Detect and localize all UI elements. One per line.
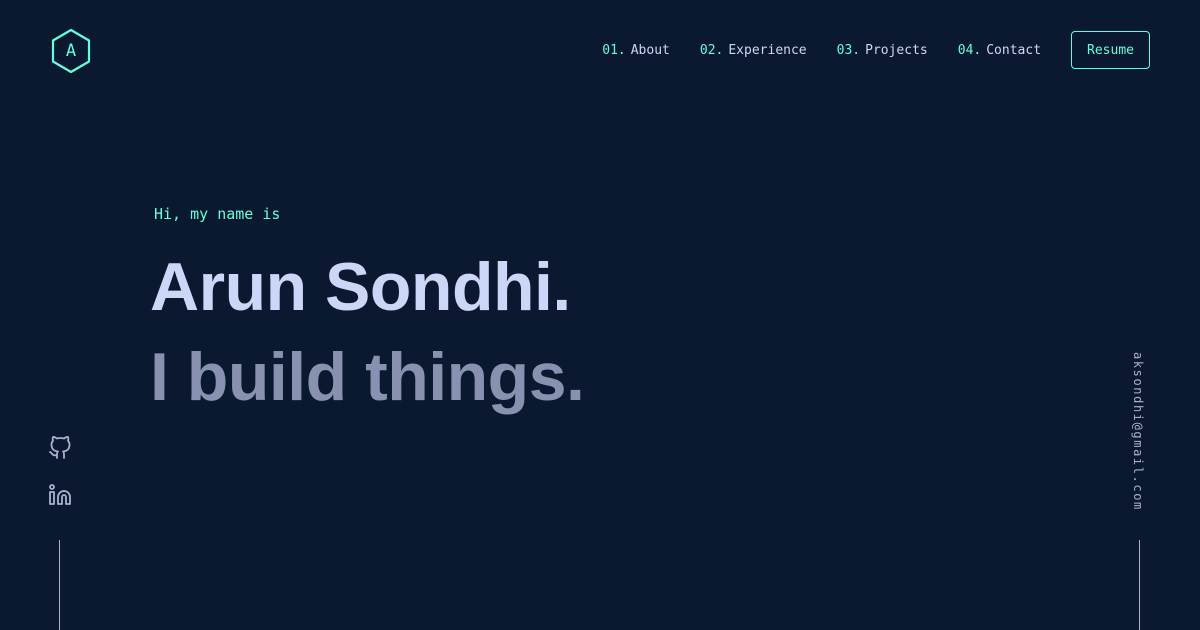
logo[interactable]: A: [50, 28, 92, 74]
resume-button[interactable]: Resume: [1071, 31, 1150, 69]
hero-intro: Hi, my name is: [154, 205, 281, 223]
nav-number: 03.: [836, 42, 861, 58]
github-link[interactable]: [48, 436, 72, 460]
linkedin-link[interactable]: [48, 483, 72, 507]
github-icon: [49, 436, 71, 459]
right-divider-line: [1139, 540, 1140, 630]
nav-number: 02.: [699, 42, 724, 58]
nav-label: Contact: [986, 42, 1042, 58]
hero-name: Arun Sondhi.: [150, 249, 571, 325]
social-links: [48, 436, 72, 530]
nav-number: 04.: [957, 42, 982, 58]
nav-number: 01.: [602, 42, 626, 58]
linkedin-icon: [49, 484, 71, 505]
left-divider-line: [59, 540, 60, 630]
logo-letter: A: [65, 41, 77, 61]
nav-item-experience[interactable]: 02. Experience: [700, 43, 807, 58]
email-link[interactable]: aksondhi@gmail.com: [1131, 352, 1145, 511]
nav-label: Experience: [728, 42, 807, 58]
hero-tagline: I build things.: [150, 339, 585, 415]
nav-label: Projects: [865, 42, 928, 58]
nav-item-projects[interactable]: 03. Projects: [837, 43, 928, 58]
nav-label: About: [630, 42, 670, 58]
nav-item-about[interactable]: 01. About: [602, 43, 670, 58]
main-nav: 01. About 02. Experience 03. Projects 04. Co…: [602, 30, 1150, 70]
nav-item-contact[interactable]: 04. Contact: [958, 43, 1041, 58]
